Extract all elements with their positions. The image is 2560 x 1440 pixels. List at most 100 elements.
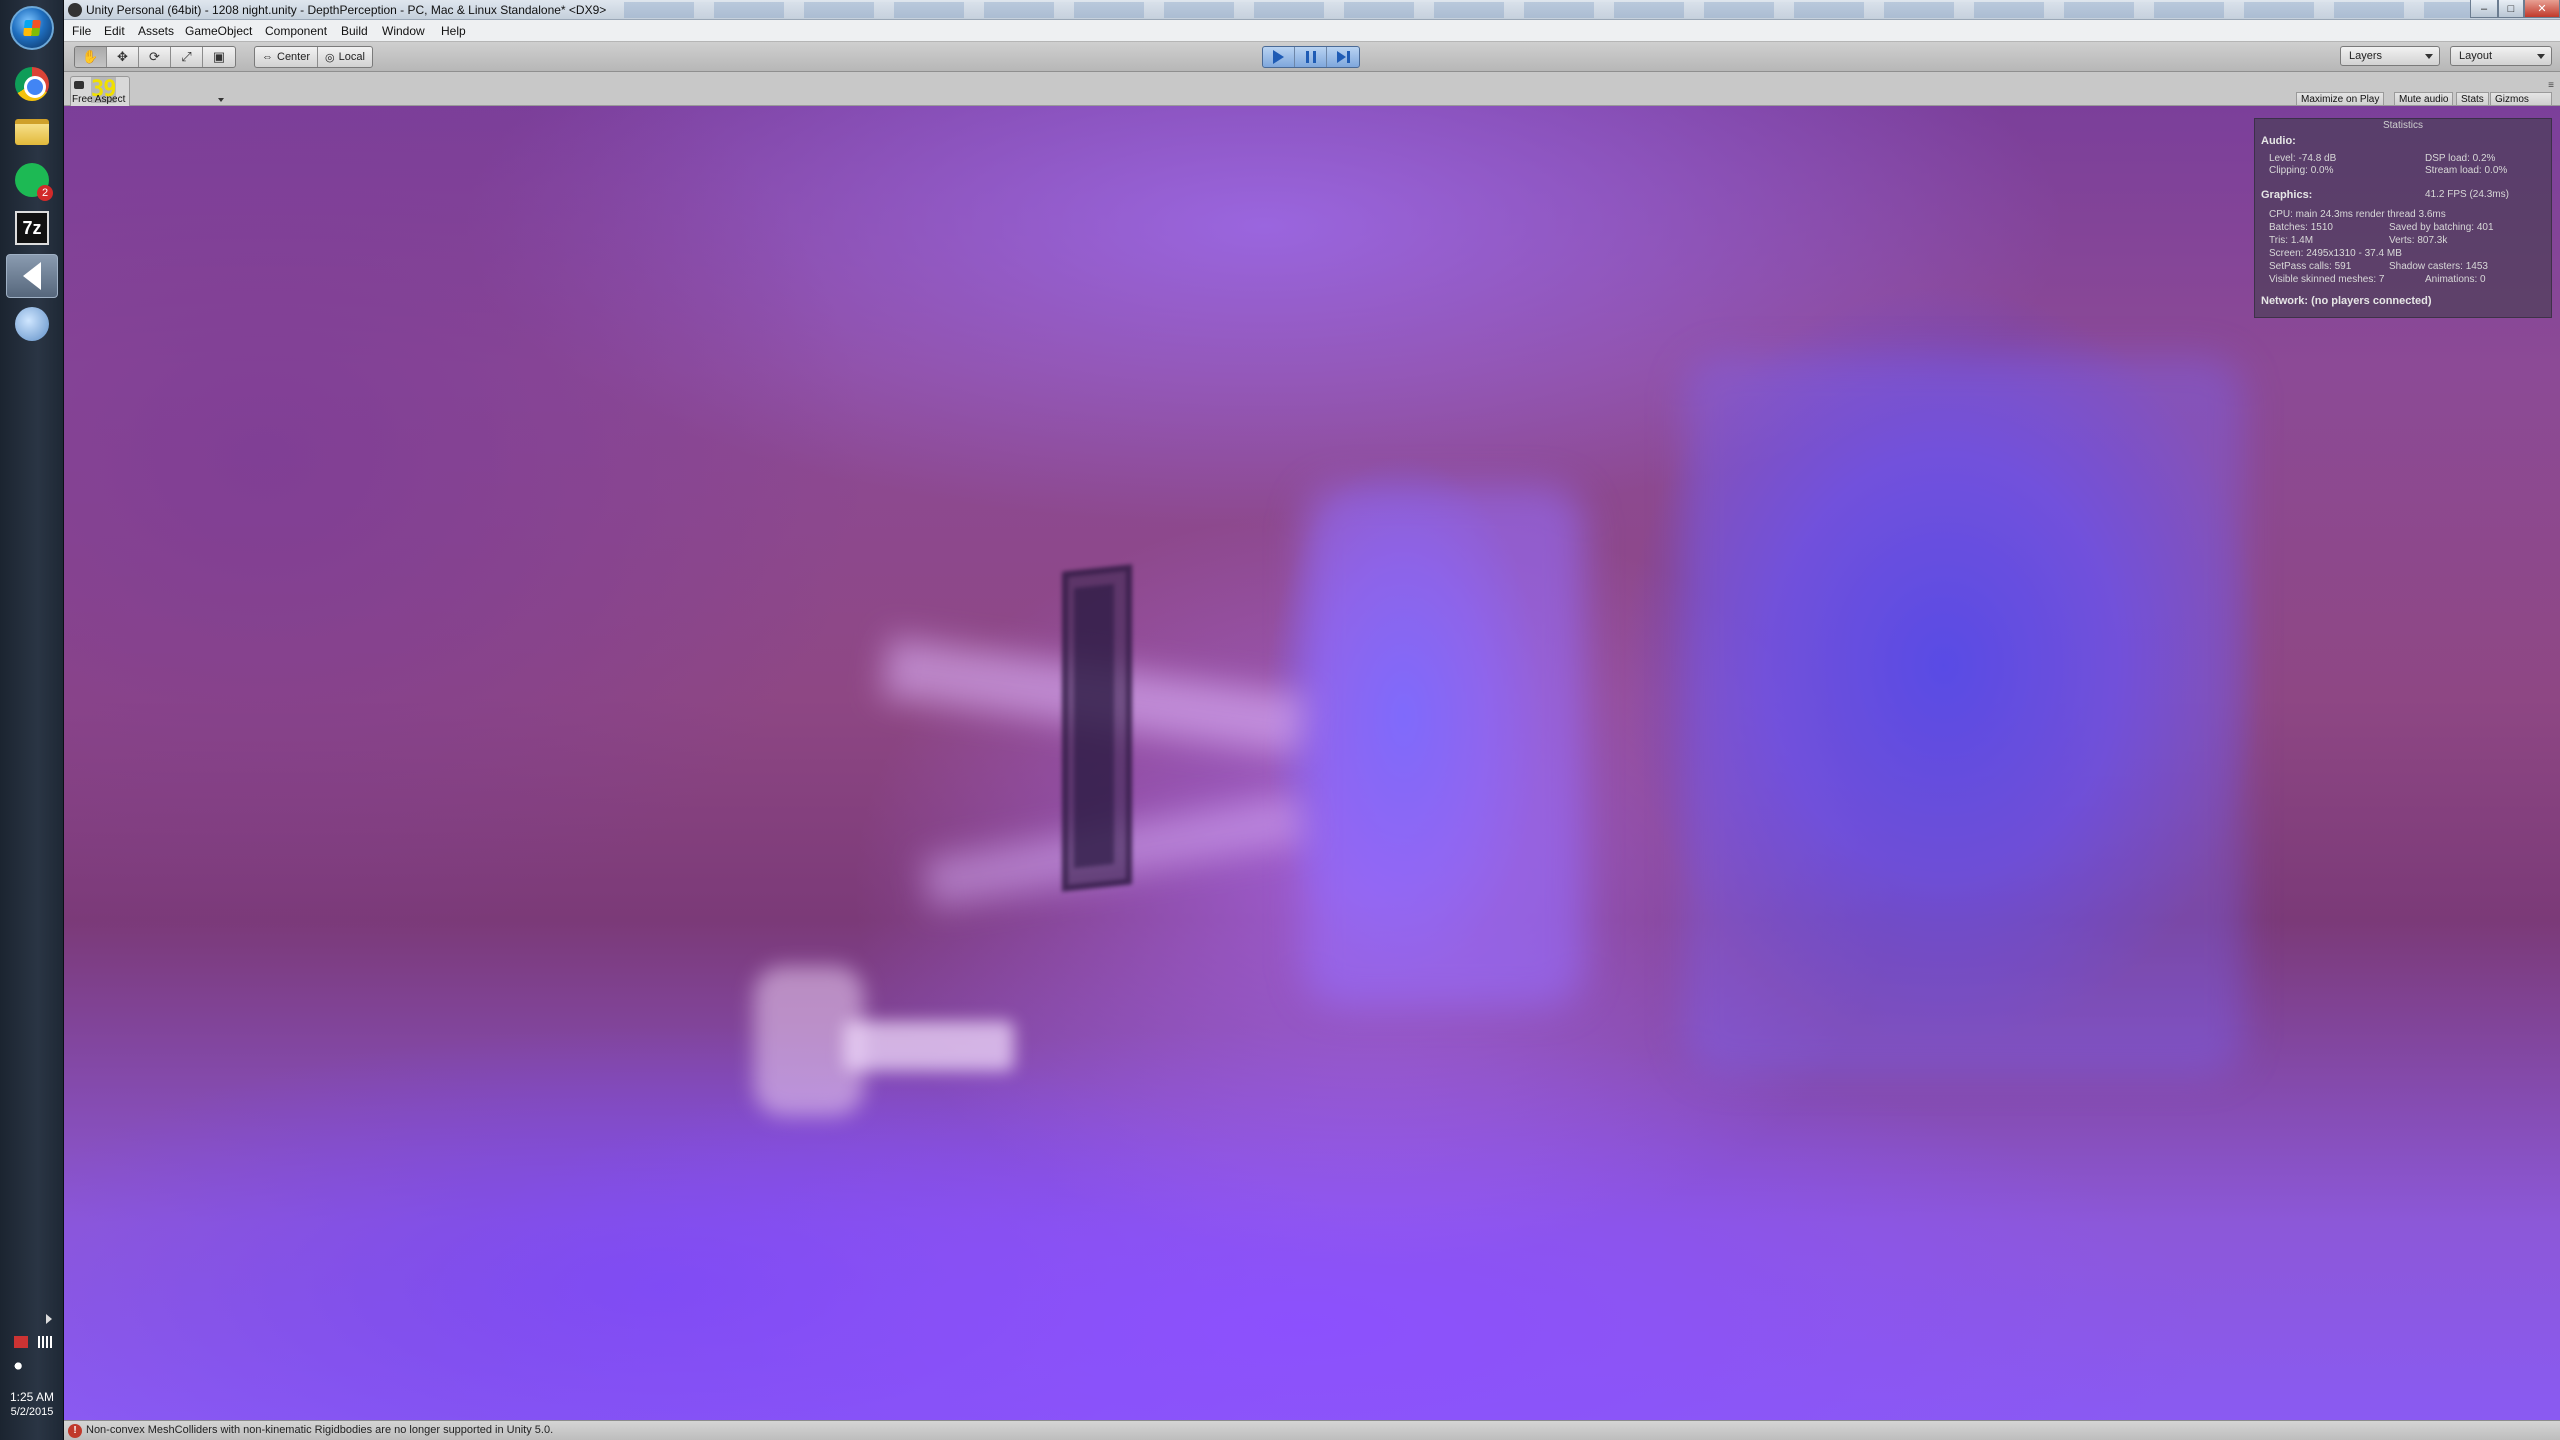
unity-editor-window: Unity Personal (64bit) - 1208 night.unit… [64, 0, 2560, 1440]
local-rotation-icon: ◎ [325, 51, 335, 64]
layout-dropdown[interactable]: Layout [2450, 46, 2552, 66]
statistics-title: Statistics [2382, 120, 2423, 131]
rect-tool-button[interactable]: ▣ [203, 47, 235, 67]
layers-dropdown[interactable]: Layers [2340, 46, 2440, 66]
setpass-calls: SetPass calls: 591 [2269, 261, 2352, 272]
chevron-down-icon [2425, 54, 2433, 59]
pause-icon [1305, 51, 1316, 63]
game-view-header: 39 Free Aspect Maximize on Play Mute aud… [64, 72, 2560, 106]
taskbar-spotify[interactable] [6, 158, 58, 202]
unity-icon [23, 262, 41, 290]
screen-size: Screen: 2495x1310 - 37.4 MB [2269, 248, 2402, 259]
hand-tool-button[interactable]: ✋ [75, 47, 107, 67]
console-message[interactable]: Non-convex MeshColliders with non-kinema… [86, 1424, 553, 1436]
audio-level: Level: -74.8 dB [2269, 153, 2337, 164]
close-button[interactable]: ✕ [2524, 0, 2560, 18]
background-taskbar-ghost [624, 2, 2494, 18]
shadow-casters: Shadow casters: 1453 [2389, 261, 2488, 272]
playmode-controls [1262, 46, 1360, 68]
minimize-button[interactable]: – [2470, 0, 2498, 18]
menu-file[interactable]: File [72, 24, 91, 38]
gizmos-dropdown[interactable]: Gizmos [2490, 92, 2552, 106]
network-signal-icon[interactable] [38, 1336, 52, 1348]
menu-component[interactable]: Component [265, 24, 327, 38]
graphics-header: Graphics: [2261, 189, 2313, 201]
7zip-icon: 7z [15, 211, 49, 245]
animations: Animations: 0 [2425, 274, 2486, 285]
error-icon: ! [68, 1424, 82, 1438]
taskbar-globe-app[interactable] [6, 302, 58, 346]
verts: Verts: 807.3k [2389, 235, 2448, 246]
window-title: Unity Personal (64bit) - 1208 night.unit… [86, 3, 607, 17]
globe-icon [15, 307, 49, 341]
pivot-local-button[interactable]: ◎ Local [318, 47, 372, 67]
status-bar[interactable]: ! Non-convex MeshColliders with non-kine… [64, 1420, 2560, 1440]
tris: Tris: 1.4M [2269, 235, 2314, 246]
pause-button[interactable] [1295, 47, 1327, 67]
taskbar-file-explorer[interactable] [6, 110, 58, 154]
menu-bar: File Edit Assets GameObject Component Bu… [64, 20, 2560, 42]
rotate-icon: ⟳ [149, 49, 160, 64]
batches: Batches: 1510 [2269, 222, 2333, 233]
stats-toggle[interactable]: Stats [2456, 92, 2489, 106]
move-tool-button[interactable]: ✥ [107, 47, 139, 67]
bright-doorway [1304, 486, 1584, 1006]
start-button[interactable] [10, 6, 54, 50]
table [844, 1021, 1014, 1071]
step-button[interactable] [1327, 47, 1359, 67]
dsp-load: DSP load: 0.2% [2425, 153, 2496, 164]
move-icon: ✥ [117, 49, 128, 64]
menu-gameobject[interactable]: GameObject [185, 24, 252, 38]
aspect-ratio-dropdown[interactable]: Free Aspect [72, 94, 224, 106]
pivot-toggles: ⇔ Center ◎ Local [254, 46, 373, 68]
action-center-flag-icon[interactable] [14, 1336, 28, 1348]
menu-help[interactable]: Help [441, 24, 466, 38]
folder-icon [15, 119, 49, 145]
menu-assets[interactable]: Assets [138, 24, 174, 38]
menu-window[interactable]: Window [382, 24, 425, 38]
taskbar-unity[interactable] [6, 254, 58, 298]
mute-audio-toggle[interactable]: Mute audio [2394, 92, 2454, 106]
chevron-down-icon [2537, 54, 2545, 59]
center-pivot-icon: ⇔ [262, 51, 273, 63]
audio-clipping: Clipping: 0.0% [2269, 165, 2334, 176]
play-button[interactable] [1263, 47, 1295, 67]
system-tray: 1:25 AM 5/2/2015 [0, 1310, 64, 1440]
game-viewport[interactable]: Statistics Audio: Level: -74.8 dB DSP lo… [64, 106, 2560, 1420]
hand-icon: ✋ [82, 49, 99, 64]
taskbar-chrome[interactable] [6, 62, 58, 106]
menu-edit[interactable]: Edit [104, 24, 125, 38]
clock-time[interactable]: 1:25 AM [0, 1390, 64, 1404]
pivot-center-button[interactable]: ⇔ Center [255, 47, 319, 67]
taskbar-7zip[interactable]: 7z [6, 206, 58, 250]
play-icon [1273, 50, 1284, 64]
audio-header: Audio: [2261, 135, 2296, 147]
cpu-time: CPU: main 24.3ms render thread 3.6ms [2269, 209, 2446, 220]
chrome-icon [15, 67, 49, 101]
large-window-glow [1684, 356, 2244, 1076]
rotate-tool-button[interactable]: ⟳ [139, 47, 171, 67]
maximize-button[interactable]: □ [2498, 0, 2524, 18]
transform-tools: ✋ ✥ ⟳ ⤢ ▣ [74, 46, 236, 68]
step-icon [1336, 51, 1350, 63]
spotify-icon [15, 163, 53, 201]
menu-build[interactable]: Build [341, 24, 368, 38]
show-hidden-icons-icon[interactable] [46, 1314, 52, 1324]
fps-readout: 41.2 FPS (24.3ms) [2425, 189, 2509, 200]
unity-app-icon [68, 3, 82, 17]
main-toolbar: ✋ ✥ ⟳ ⤢ ▣ ⇔ Center ◎ Local Layers Layout [64, 42, 2560, 72]
camera-icon [74, 81, 84, 89]
skinned-meshes: Visible skinned meshes: 7 [2269, 274, 2385, 285]
clock-date[interactable]: 5/2/2015 [0, 1406, 64, 1418]
chevron-down-icon [218, 98, 224, 102]
network-status: Network: (no players connected) [2261, 295, 2432, 307]
scale-icon: ⤢ [181, 49, 192, 64]
scale-tool-button[interactable]: ⤢ [171, 47, 203, 67]
title-bar[interactable]: Unity Personal (64bit) - 1208 night.unit… [64, 0, 2560, 20]
rect-icon: ▣ [212, 49, 226, 64]
saved-by-batching: Saved by batching: 401 [2389, 222, 2494, 233]
volume-icon[interactable] [14, 1360, 28, 1372]
panel-options-icon[interactable]: ≡ [2548, 80, 2554, 91]
stream-load: Stream load: 0.0% [2425, 165, 2508, 176]
maximize-on-play-toggle[interactable]: Maximize on Play [2296, 92, 2385, 106]
